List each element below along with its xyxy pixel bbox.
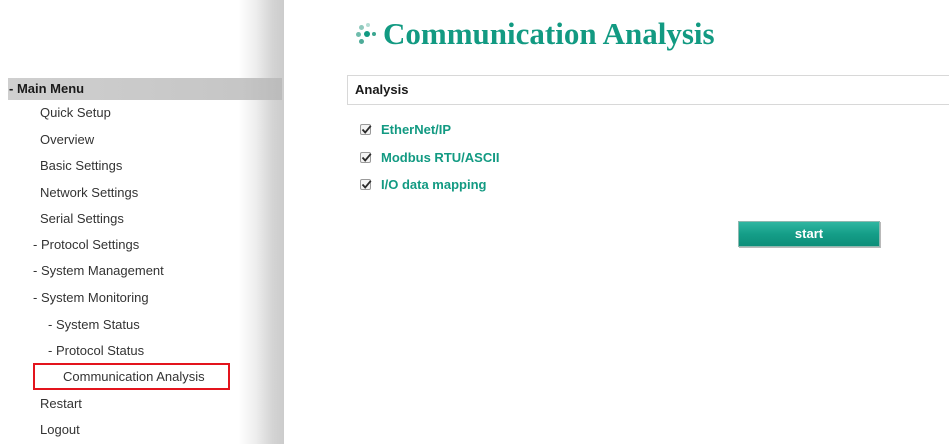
sidebar: - Main Menu Quick Setup Overview Basic S… (0, 0, 284, 444)
title-dots-icon (355, 22, 381, 46)
ethernet-ip-checkbox[interactable] (360, 124, 372, 135)
menu-item-restart[interactable]: Restart (40, 396, 82, 412)
analysis-section-title: Analysis (355, 82, 409, 97)
option-ethernet-ip[interactable]: EtherNet/IP (360, 122, 451, 137)
menu-item-overview[interactable]: Overview (40, 132, 94, 148)
menu-item-communication-analysis[interactable]: Communication Analysis (33, 363, 230, 390)
menu-item-system-status[interactable]: - System Status (48, 317, 140, 333)
modbus-rtu-ascii-checkbox[interactable] (360, 152, 372, 163)
io-data-mapping-checkbox[interactable] (360, 179, 372, 190)
menu-item-protocol-settings[interactable]: - Protocol Settings (33, 237, 139, 253)
page-title-text: Communication Analysis (383, 16, 715, 51)
menu-item-system-monitoring[interactable]: - System Monitoring (33, 290, 149, 306)
start-button[interactable]: start (738, 221, 880, 247)
menu-item-protocol-status[interactable]: - Protocol Status (48, 343, 144, 359)
page-title: Communication Analysis (355, 14, 715, 54)
menu-item-quick-setup[interactable]: Quick Setup (40, 105, 111, 121)
io-data-mapping-label[interactable]: I/O data mapping (381, 177, 486, 192)
option-io-data-mapping[interactable]: I/O data mapping (360, 177, 486, 192)
main-menu-header[interactable]: - Main Menu (8, 78, 282, 100)
analysis-section-header: Analysis (347, 75, 949, 105)
menu-item-system-management[interactable]: - System Management (33, 263, 164, 279)
modbus-rtu-ascii-label[interactable]: Modbus RTU/ASCII (381, 150, 499, 165)
menu-item-basic-settings[interactable]: Basic Settings (40, 158, 122, 174)
menu-item-network-settings[interactable]: Network Settings (40, 185, 138, 201)
page: - Main Menu Quick Setup Overview Basic S… (0, 0, 949, 444)
menu-item-serial-settings[interactable]: Serial Settings (40, 211, 124, 227)
option-modbus-rtu-ascii[interactable]: Modbus RTU/ASCII (360, 150, 499, 165)
menu-item-logout[interactable]: Logout (40, 422, 80, 438)
ethernet-ip-label[interactable]: EtherNet/IP (381, 122, 451, 137)
